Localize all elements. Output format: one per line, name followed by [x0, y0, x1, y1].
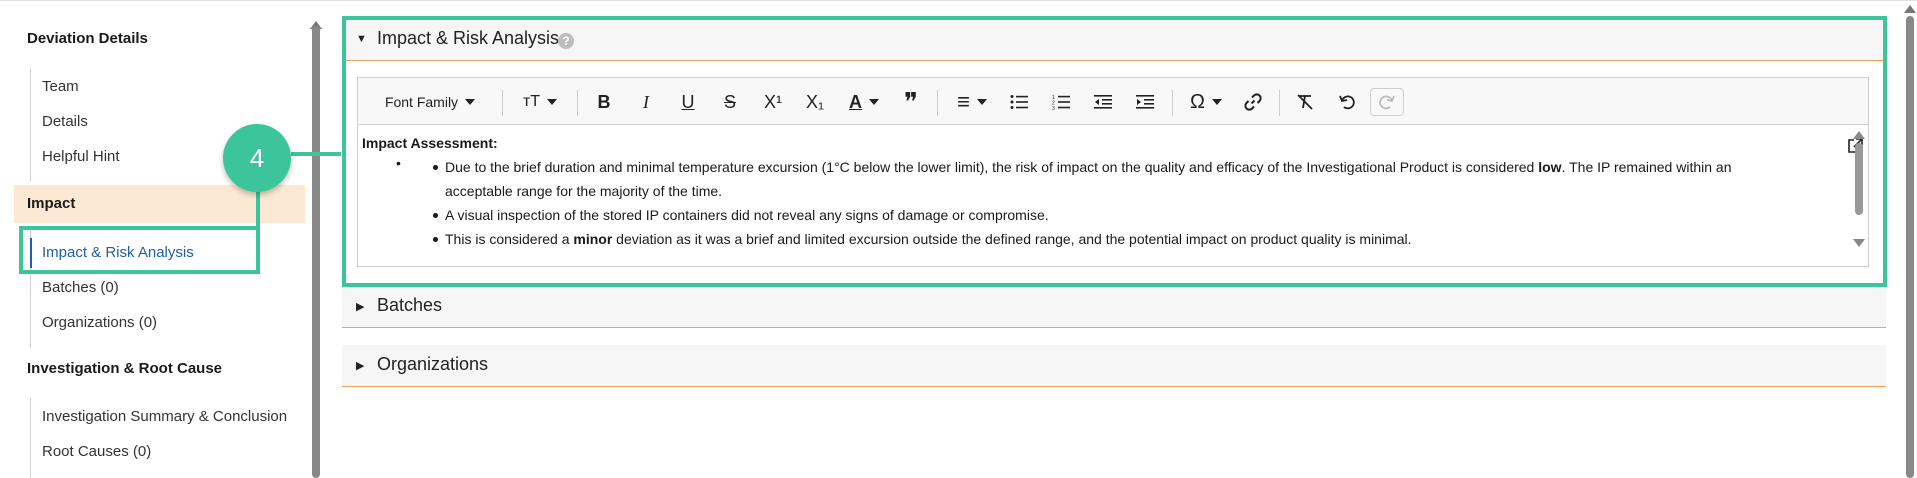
annotation-highlight-panel [342, 16, 1887, 287]
panel-header-organizations[interactable]: ▶ Organizations [342, 345, 1886, 387]
sidebar-tree-line [30, 398, 31, 478]
caret-right-icon: ▶ [356, 360, 365, 372]
sidebar-item-investigation-summary[interactable]: Investigation Summary & Conclusion [42, 408, 287, 425]
sidebar-item-details[interactable]: Details [42, 113, 88, 130]
sidebar-tree-line [30, 69, 31, 182]
sidebar-item-root-causes[interactable]: Root Causes (0) [42, 443, 151, 460]
sidebar-section-investigation: Investigation & Root Cause [27, 360, 223, 377]
caret-right-icon: ▶ [356, 301, 365, 313]
panel-header-batches[interactable]: ▶ Batches [342, 286, 1886, 328]
page-scroll-up-icon[interactable] [1904, 5, 1916, 13]
annotation-highlight-nav [19, 226, 260, 274]
sidebar-item-team[interactable]: Team [42, 78, 79, 95]
panel-title-batches: Batches [377, 295, 443, 315]
sidebar-section-impact-label: Impact [27, 195, 76, 212]
sidebar-scrollbar[interactable] [312, 26, 320, 478]
panel-title-organizations: Organizations [377, 354, 489, 374]
sidebar-item-organizations[interactable]: Organizations (0) [42, 314, 157, 331]
step-badge: 4 [223, 124, 291, 192]
annotation-connector [291, 152, 341, 156]
page-scrollbar[interactable] [1906, 16, 1914, 478]
sidebar-item-batches[interactable]: Batches (0) [42, 279, 119, 296]
annotation-connector [256, 190, 260, 228]
sidebar-section-deviation: Deviation Details [27, 30, 148, 47]
sidebar-item-helpful-hint[interactable]: Helpful Hint [42, 148, 120, 165]
